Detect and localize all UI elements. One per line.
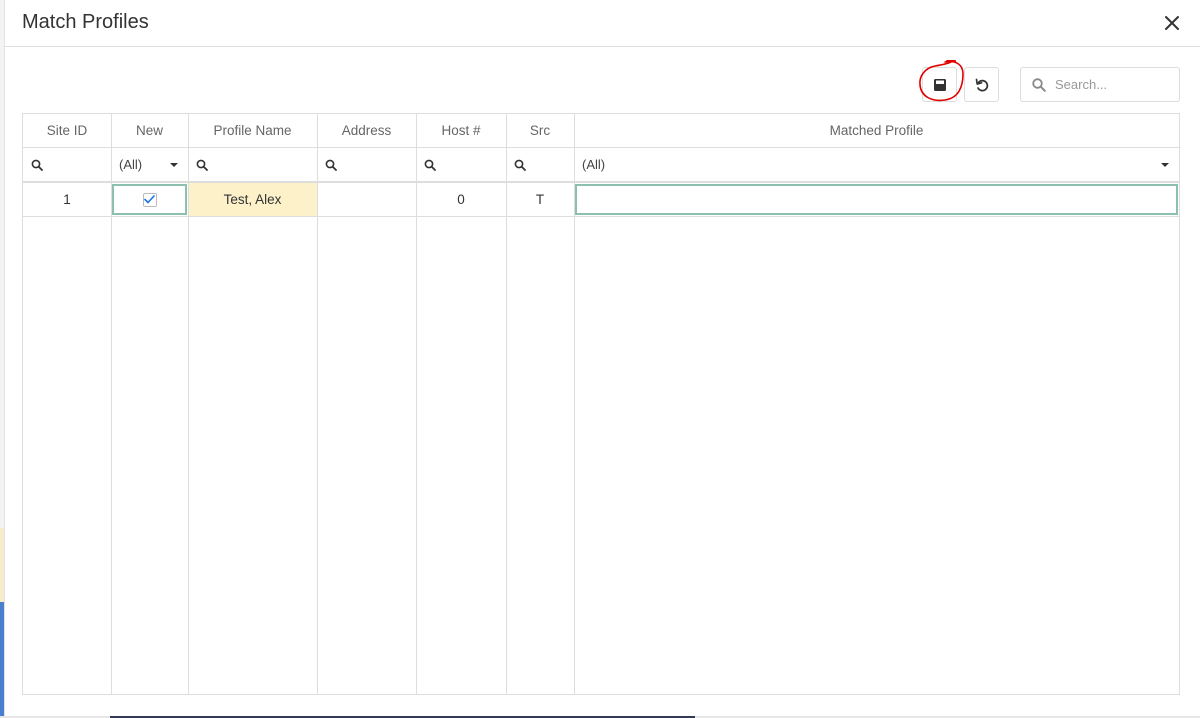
cell-address[interactable] bbox=[317, 183, 416, 216]
close-icon bbox=[1165, 16, 1179, 30]
filter-host[interactable] bbox=[416, 148, 506, 181]
column-header-new[interactable]: New bbox=[111, 114, 188, 147]
search-input[interactable] bbox=[1055, 77, 1175, 92]
filter-new-value: (All) bbox=[119, 157, 143, 172]
undo-icon bbox=[975, 78, 988, 91]
column-divider bbox=[111, 114, 112, 694]
search-box[interactable] bbox=[1020, 67, 1180, 102]
column-header-site-id[interactable]: Site ID bbox=[23, 114, 111, 147]
dialog-title: Match Profiles bbox=[22, 11, 149, 33]
filter-new-select[interactable]: (All) bbox=[111, 148, 188, 181]
undo-button[interactable] bbox=[964, 67, 999, 102]
chevron-down-icon bbox=[1161, 162, 1169, 167]
filter-site-id[interactable] bbox=[23, 148, 111, 181]
column-divider bbox=[416, 114, 417, 694]
filter-address[interactable] bbox=[317, 148, 416, 181]
chevron-down-icon bbox=[170, 162, 178, 167]
table-row[interactable]: 1 Test, Alex 0 T bbox=[23, 183, 1179, 217]
save-icon bbox=[933, 78, 946, 91]
column-divider bbox=[506, 114, 507, 694]
column-header-profile-name[interactable]: Profile Name bbox=[188, 114, 317, 147]
search-icon bbox=[424, 159, 436, 171]
search-icon bbox=[325, 159, 337, 171]
column-header-src[interactable]: Src bbox=[506, 114, 574, 147]
cell-host[interactable]: 0 bbox=[416, 183, 506, 216]
new-checkbox[interactable] bbox=[142, 192, 157, 207]
grid-header-row: Site ID New Profile Name Address Host # … bbox=[23, 114, 1179, 148]
cell-profile-name[interactable]: Test, Alex bbox=[188, 183, 317, 216]
search-icon bbox=[196, 159, 208, 171]
cell-new[interactable] bbox=[111, 183, 188, 216]
checkmark-icon bbox=[144, 195, 155, 204]
match-profiles-dialog: Match Profiles Site ID bbox=[4, 0, 1200, 716]
close-button[interactable] bbox=[1161, 12, 1183, 34]
cell-matched-profile[interactable] bbox=[574, 183, 1179, 216]
search-icon bbox=[514, 159, 526, 171]
search-icon bbox=[1032, 77, 1046, 92]
matched-profile-editor[interactable] bbox=[575, 184, 1178, 215]
column-divider bbox=[574, 114, 575, 694]
filter-matched-profile-value: (All) bbox=[582, 157, 606, 172]
dialog-titlebar: Match Profiles bbox=[5, 0, 1200, 47]
column-header-host[interactable]: Host # bbox=[416, 114, 506, 147]
filter-profile-name[interactable] bbox=[188, 148, 317, 181]
column-divider bbox=[188, 114, 189, 694]
column-header-matched-profile[interactable]: Matched Profile bbox=[574, 114, 1179, 147]
save-button[interactable] bbox=[922, 67, 957, 102]
cell-src[interactable]: T bbox=[506, 183, 574, 216]
cell-site-id[interactable]: 1 bbox=[23, 183, 111, 216]
search-icon bbox=[31, 159, 43, 171]
column-header-address[interactable]: Address bbox=[317, 114, 416, 147]
filter-src[interactable] bbox=[506, 148, 574, 181]
column-divider bbox=[317, 114, 318, 694]
grid-filter-row: (All) (All) bbox=[23, 148, 1179, 183]
filter-matched-profile-select[interactable]: (All) bbox=[574, 148, 1179, 181]
profiles-grid: Site ID New Profile Name Address Host # … bbox=[22, 113, 1180, 695]
